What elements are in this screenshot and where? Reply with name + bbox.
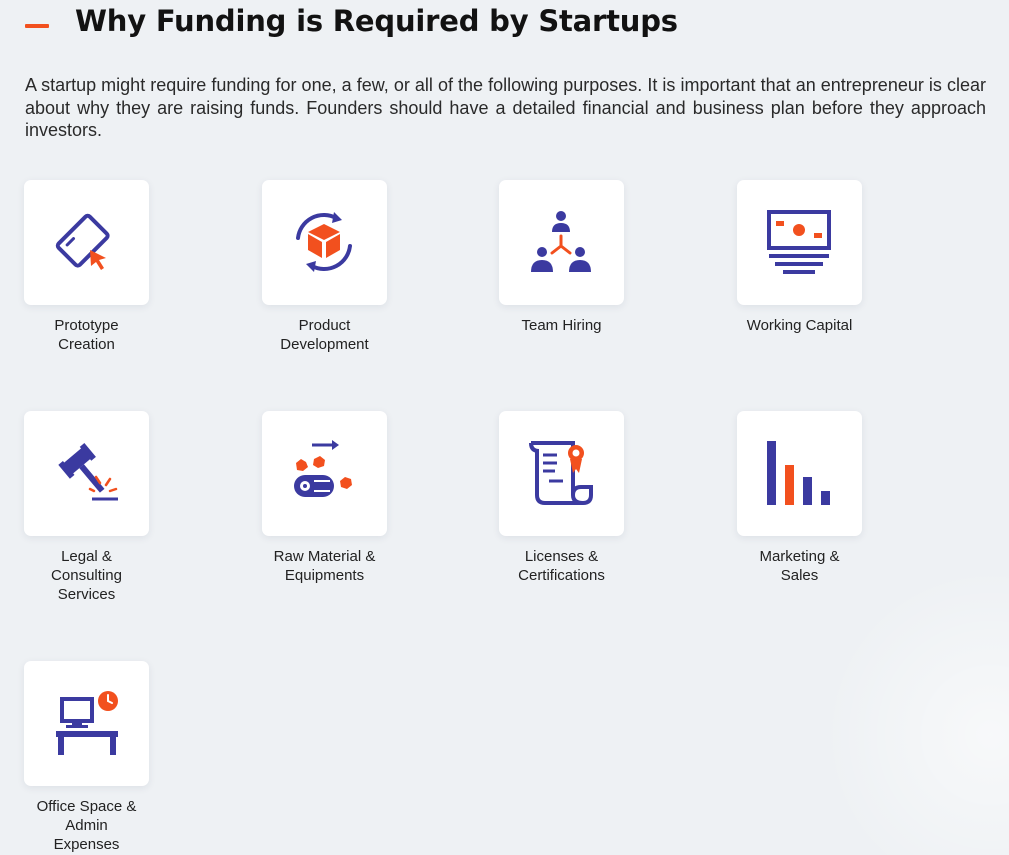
card-label: Raw Material & Equipments: [273, 548, 376, 584]
monitor-cash-icon: [767, 210, 831, 274]
card-tile[interactable]: [499, 411, 624, 536]
card-tile[interactable]: [737, 180, 862, 305]
product-cube-cycle-icon: [296, 212, 352, 272]
card-label: Product Development: [280, 317, 369, 353]
card-tile[interactable]: [24, 661, 149, 786]
card-tile[interactable]: [262, 180, 387, 305]
prototype-cursor-icon: [55, 213, 110, 270]
office-desk-icon: [56, 691, 118, 755]
card-tile[interactable]: [499, 180, 624, 305]
card-tile[interactable]: [262, 411, 387, 536]
intro-paragraph: A startup might require funding for one,…: [25, 75, 986, 140]
card-tile[interactable]: [24, 411, 149, 536]
background-decoration: [829, 555, 1009, 855]
card-label: Working Capital: [746, 317, 853, 334]
accent-dash: [25, 24, 49, 28]
team-hierarchy-icon: [531, 211, 591, 272]
page-title: Why Funding is Required by Startups: [75, 4, 678, 38]
card-label: Licenses & Certifications: [518, 548, 605, 584]
section-header: Why Funding is Required by Startups: [0, 0, 1009, 52]
card-tile[interactable]: [737, 411, 862, 536]
certificate-scroll-icon: [529, 441, 593, 505]
card-label: Team Hiring: [521, 317, 602, 334]
card-tile[interactable]: [24, 180, 149, 305]
bar-chart-icon: [767, 441, 830, 505]
card-label: Prototype Creation: [54, 317, 119, 353]
card-label: Marketing & Sales: [759, 548, 840, 584]
conveyor-materials-icon: [294, 440, 352, 497]
card-label: Legal & Consulting Services: [51, 548, 122, 603]
gavel-icon: [58, 443, 118, 501]
card-label: Office Space & Admin Expenses: [36, 798, 137, 853]
